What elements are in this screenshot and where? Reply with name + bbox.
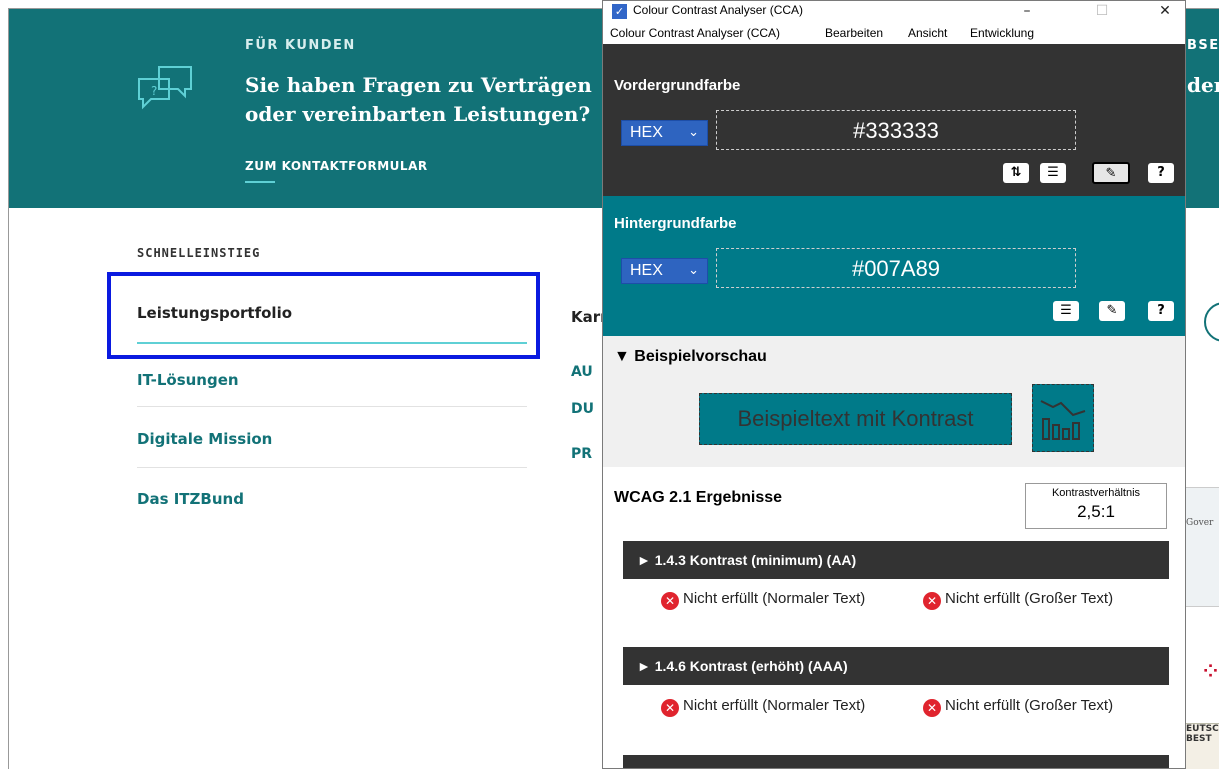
chart-preview-icon bbox=[1032, 384, 1094, 452]
fail-icon: ✕ bbox=[923, 699, 941, 717]
cca-window: ✓ Colour Contrast Analyser (CCA) – ☐ ✕ C… bbox=[602, 0, 1186, 769]
menu-ansicht[interactable]: Ansicht bbox=[908, 26, 947, 40]
nav-item-digitale-mission[interactable]: Digitale Mission bbox=[137, 430, 527, 448]
nav-col2-item[interactable]: DU bbox=[571, 401, 594, 417]
color-sliders-icon[interactable]: ☰ bbox=[1053, 301, 1079, 321]
award-badge: Gover bbox=[1185, 487, 1219, 607]
minimize-button[interactable]: – bbox=[1007, 1, 1047, 21]
foreground-hex-input[interactable]: #333333 bbox=[716, 110, 1076, 150]
badge-text: Gover bbox=[1186, 518, 1214, 528]
focus-indicator-box bbox=[107, 272, 540, 359]
contact-form-link[interactable]: ZUM KONTAKTFORMULAR bbox=[245, 159, 428, 173]
menu-entwicklung[interactable]: Entwicklung bbox=[970, 26, 1034, 40]
fail-icon: ✕ bbox=[923, 592, 941, 610]
close-button[interactable]: ✕ bbox=[1145, 1, 1185, 21]
nav-col2-item[interactable]: AU bbox=[571, 364, 593, 380]
award-badge-2: EUTSCH BEST bbox=[1185, 723, 1219, 769]
contrast-ratio-box: Kontrastverhältnis 2,5:1 bbox=[1025, 483, 1167, 529]
menu-app[interactable]: Colour Contrast Analyser (CCA) bbox=[610, 26, 780, 40]
fail-icon: ✕ bbox=[661, 699, 679, 717]
hero-right-text: der bbox=[1187, 73, 1219, 97]
criterion-1-4-6-toggle[interactable]: ► 1.4.6 Kontrast (erhöht) (AAA) bbox=[623, 647, 1169, 685]
nav-col2-item[interactable]: PR bbox=[571, 446, 592, 462]
criterion-next-toggle[interactable] bbox=[623, 755, 1169, 768]
nav-item-das-itzbund[interactable]: Das ITZBund bbox=[137, 490, 527, 508]
result-normal-text: ✕ Nicht erfüllt (Normaler Text) bbox=[661, 697, 901, 717]
contrast-ratio-label: Kontrastverhältnis bbox=[1051, 487, 1141, 499]
hero-title: Sie haben Fragen zu Verträgen oder verei… bbox=[245, 73, 592, 126]
help-icon[interactable]: ? bbox=[1148, 301, 1174, 321]
criterion-1-4-3-toggle[interactable]: ► 1.4.3 Kontrast (minimum) (AA) bbox=[623, 541, 1169, 579]
wcag-results-panel: WCAG 2.1 Ergebnisse Kontrastverhältnis 2… bbox=[603, 467, 1185, 768]
result-label: Nicht erfüllt (Großer Text) bbox=[945, 590, 1114, 607]
color-sliders-icon[interactable]: ☰ bbox=[1040, 163, 1066, 183]
preview-sample-text: Beispieltext mit Kontrast bbox=[699, 393, 1012, 445]
background-title: Hintergrundfarbe bbox=[614, 215, 737, 232]
result-label: Nicht erfüllt (Normaler Text) bbox=[683, 697, 866, 714]
nav-item-it-loesungen[interactable]: IT-Lösungen bbox=[137, 371, 527, 389]
eyedropper-icon[interactable]: ✎ bbox=[1092, 162, 1130, 184]
chat-bubbles-icon: ? bbox=[135, 61, 205, 116]
fail-icon: ✕ bbox=[661, 592, 679, 610]
chevron-down-icon: ⌄ bbox=[688, 124, 699, 139]
result-label: Nicht erfüllt (Großer Text) bbox=[945, 697, 1114, 714]
background-format-select[interactable]: HEX ⌄ bbox=[621, 258, 708, 284]
chevron-down-icon: ⌄ bbox=[688, 262, 699, 277]
menu-bar: Colour Contrast Analyser (CCA) Bearbeite… bbox=[603, 21, 1185, 44]
result-large-text: ✕ Nicht erfüllt (Großer Text) bbox=[923, 697, 1183, 717]
format-value: HEX bbox=[630, 124, 663, 141]
divider bbox=[137, 406, 527, 407]
cca-app-icon: ✓ bbox=[612, 4, 627, 19]
background-hex-input[interactable]: #007A89 bbox=[716, 248, 1076, 288]
link-underline bbox=[245, 181, 275, 183]
hero-right-label: BSE bbox=[1187, 38, 1219, 53]
eyedropper-icon[interactable]: ✎ bbox=[1099, 301, 1125, 321]
results-heading: WCAG 2.1 Ergebnisse bbox=[614, 489, 783, 506]
contrast-ratio-value: 2,5:1 bbox=[1077, 502, 1115, 521]
menu-bearbeiten[interactable]: Bearbeiten bbox=[825, 26, 883, 40]
title-bar[interactable]: ✓ Colour Contrast Analyser (CCA) – ☐ ✕ bbox=[603, 1, 1185, 21]
maximize-button[interactable]: ☐ bbox=[1082, 1, 1122, 21]
help-icon[interactable]: ? bbox=[1148, 163, 1174, 183]
foreground-title: Vordergrundfarbe bbox=[614, 77, 741, 94]
result-label: Nicht erfüllt (Normaler Text) bbox=[683, 590, 866, 607]
window-title: Colour Contrast Analyser (CCA) bbox=[633, 3, 804, 17]
foreground-format-select[interactable]: HEX ⌄ bbox=[621, 120, 708, 146]
background-panel: Hintergrundfarbe HEX ⌄ #007A89 ☰ ✎ ? bbox=[603, 196, 1185, 336]
badge2-text: EUTSCH BEST bbox=[1186, 724, 1219, 744]
quick-access-heading: SCHNELLEINSTIEG bbox=[137, 246, 261, 260]
svg-text:?: ? bbox=[151, 84, 157, 98]
hero-label: FÜR KUNDEN bbox=[245, 38, 356, 53]
format-value: HEX bbox=[630, 262, 663, 279]
result-normal-text: ✕ Nicht erfüllt (Normaler Text) bbox=[661, 590, 901, 610]
logo-dots-icon: ⁘ bbox=[1203, 661, 1219, 682]
divider bbox=[137, 467, 527, 468]
circle-button[interactable] bbox=[1204, 302, 1219, 342]
preview-toggle[interactable]: ▼ Beispielvorschau bbox=[614, 348, 767, 366]
foreground-panel: Vordergrundfarbe HEX ⌄ #333333 ⇅ ☰ ✎ ? bbox=[603, 44, 1185, 196]
swap-colors-icon[interactable]: ⇅ bbox=[1003, 163, 1029, 183]
result-large-text: ✕ Nicht erfüllt (Großer Text) bbox=[923, 590, 1183, 610]
